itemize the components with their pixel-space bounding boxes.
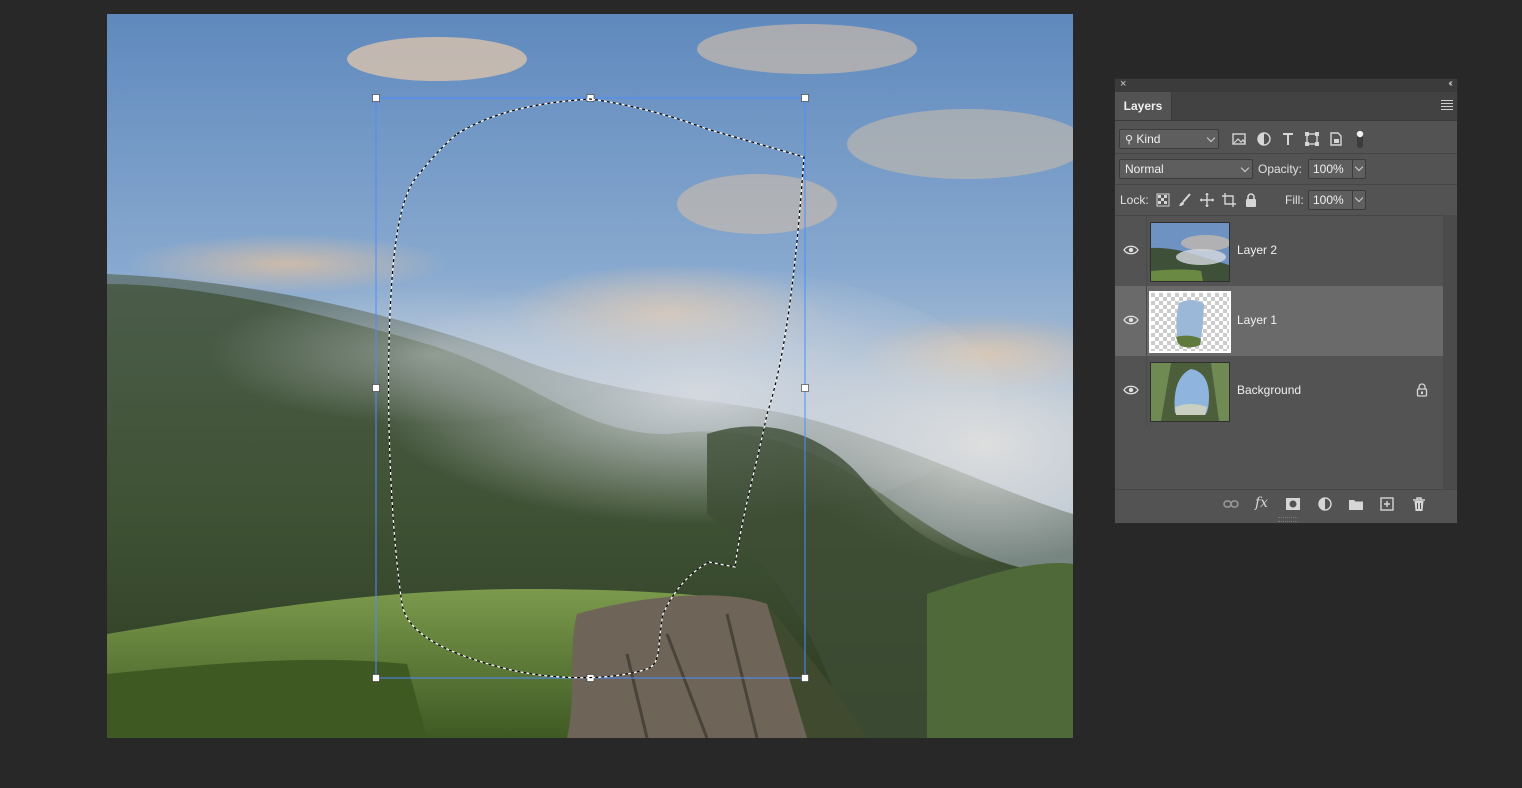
- layer-mask-icon[interactable]: [1285, 496, 1301, 512]
- panel-resize-grip[interactable]: [1278, 517, 1298, 522]
- search-icon: ⚲: [1125, 134, 1134, 146]
- layers-scrollbar[interactable]: [1443, 215, 1457, 489]
- lock-all-icon[interactable]: [1243, 192, 1259, 208]
- new-group-icon[interactable]: [1348, 496, 1364, 512]
- layer-thumbnail: [1150, 222, 1230, 282]
- delete-layer-icon[interactable]: [1411, 496, 1427, 512]
- opacity-input[interactable]: 100%: [1308, 159, 1354, 179]
- blend-mode-value: Normal: [1125, 162, 1164, 176]
- filter-kind-select[interactable]: ⚲ Kind: [1119, 129, 1219, 149]
- image-filter-icon[interactable]: [1231, 131, 1247, 147]
- collapse-panel-icon[interactable]: ‹‹: [1448, 78, 1452, 89]
- tab-layers[interactable]: Layers: [1115, 92, 1172, 120]
- layer-name[interactable]: Layer 1: [1237, 313, 1277, 327]
- close-panel-icon[interactable]: ×: [1120, 78, 1126, 90]
- lock-transparent-icon[interactable]: [1155, 192, 1171, 208]
- new-layer-icon[interactable]: [1379, 496, 1395, 512]
- visibility-eye-icon[interactable]: [1123, 312, 1139, 328]
- filter-toggle-icon[interactable]: [1355, 129, 1365, 149]
- smart-object-filter-icon[interactable]: [1328, 131, 1344, 147]
- lock-paint-icon[interactable]: [1177, 192, 1193, 208]
- document-canvas[interactable]: [107, 14, 1073, 738]
- fill-dropdown[interactable]: [1352, 190, 1366, 210]
- visibility-eye-icon[interactable]: [1123, 382, 1139, 398]
- panel-titlebar: × ‹‹: [1115, 78, 1457, 92]
- adjustment-layer-icon[interactable]: [1317, 496, 1333, 512]
- layer-lock-icon[interactable]: [1416, 383, 1428, 397]
- layers-panel: × ‹‹ Layers ⚲ Kind Normal Opacity: 100% …: [1114, 78, 1458, 524]
- layer-row-layer-1[interactable]: Layer 1: [1115, 286, 1444, 356]
- layer-row-layer-2[interactable]: Layer 2: [1115, 216, 1444, 286]
- lock-label: Lock:: [1120, 193, 1149, 207]
- layers-footer: fx: [1115, 489, 1457, 518]
- layer-row-background[interactable]: Background: [1115, 356, 1444, 426]
- panel-menu-icon[interactable]: [1441, 100, 1453, 110]
- opacity-dropdown[interactable]: [1352, 159, 1366, 179]
- shape-filter-icon[interactable]: [1304, 131, 1320, 147]
- fill-label: Fill:: [1285, 193, 1304, 207]
- blend-mode-select[interactable]: Normal: [1119, 159, 1253, 179]
- lock-artboard-icon[interactable]: [1221, 192, 1237, 208]
- opacity-label: Opacity:: [1258, 162, 1303, 176]
- panel-tabbar: Layers: [1115, 92, 1457, 121]
- blend-row: Normal Opacity: 100%: [1115, 154, 1457, 185]
- visibility-eye-icon[interactable]: [1123, 242, 1139, 258]
- landscape-image: [107, 14, 1073, 738]
- link-layers-icon[interactable]: [1223, 496, 1239, 512]
- lock-row: Lock: Fill: 100%: [1115, 185, 1457, 216]
- layer-thumbnail: [1150, 362, 1230, 422]
- filter-kind-label: Kind: [1136, 132, 1161, 146]
- adjustment-filter-icon[interactable]: [1256, 131, 1272, 147]
- fill-input[interactable]: 100%: [1308, 190, 1354, 210]
- layer-name[interactable]: Layer 2: [1237, 243, 1277, 257]
- layer-thumbnail: [1149, 291, 1231, 353]
- fx-icon[interactable]: fx: [1255, 495, 1271, 511]
- filter-row: ⚲ Kind: [1115, 121, 1457, 154]
- lock-position-icon[interactable]: [1199, 192, 1215, 208]
- type-filter-icon[interactable]: [1280, 131, 1296, 147]
- layer-name[interactable]: Background: [1237, 383, 1301, 397]
